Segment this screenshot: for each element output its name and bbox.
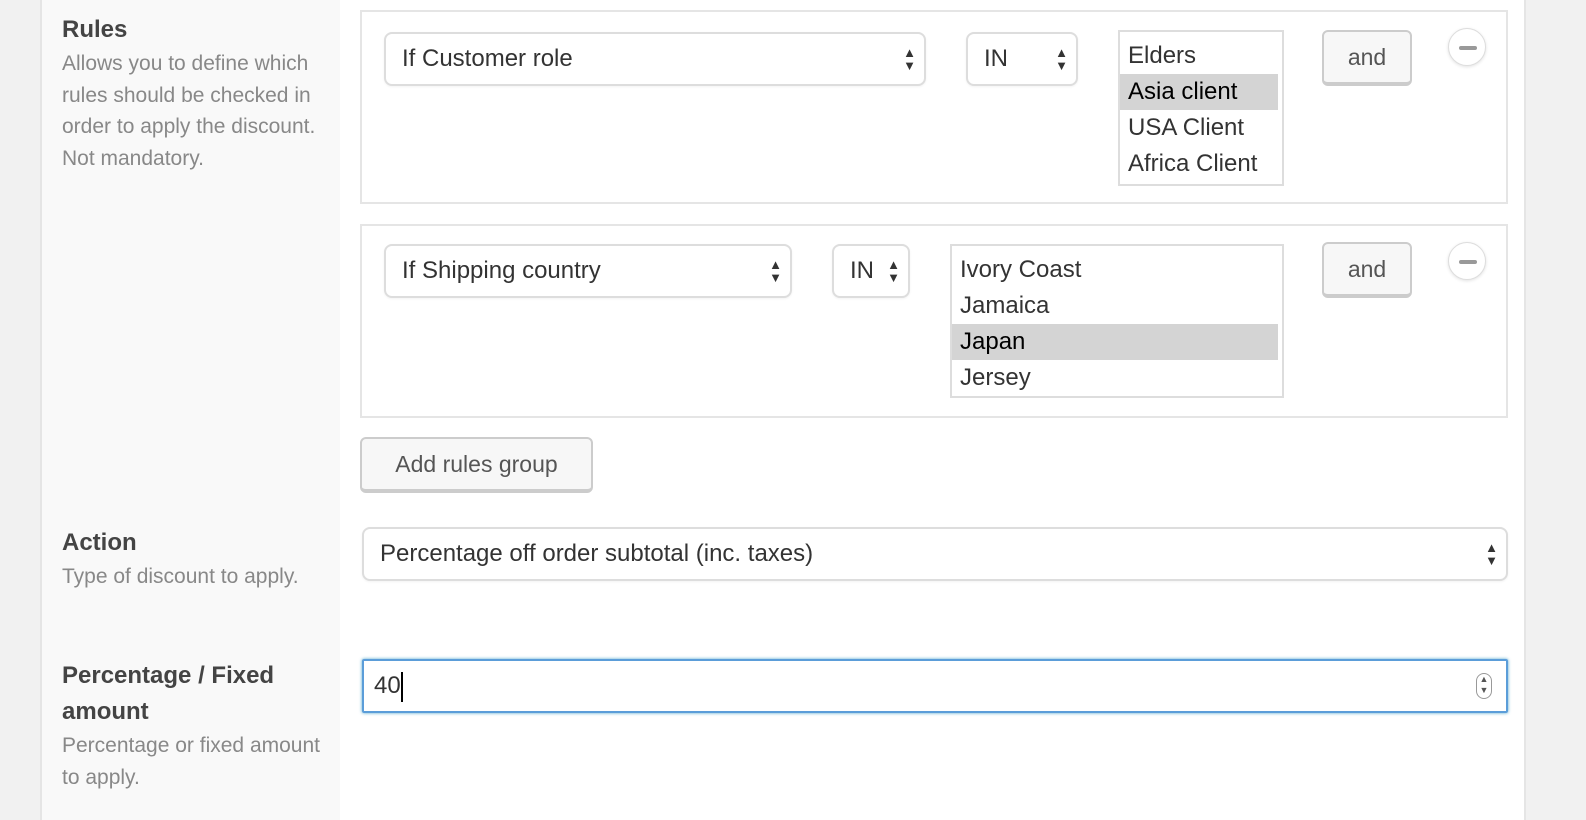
list-option[interactable]: Jamaica	[952, 288, 1278, 324]
select-arrows-icon: ▲ ▼	[769, 257, 782, 285]
action-description: Type of discount to apply.	[62, 565, 299, 588]
list-option[interactable]: Ivory Coast	[952, 252, 1278, 288]
values-listbox[interactable]: Ivory Coast Jamaica Japan Jersey	[950, 244, 1284, 398]
condition-select[interactable]: If Shipping country ▲ ▼	[384, 244, 792, 298]
action-title: Action	[62, 529, 137, 556]
condition-value: If Shipping country	[402, 257, 601, 284]
rules-title: Rules	[62, 16, 128, 43]
label-column: Rules Allows you to define which rules s…	[42, 0, 340, 820]
list-option[interactable]: Jersey	[952, 360, 1278, 396]
add-rules-group-button[interactable]: Add rules group	[360, 437, 593, 493]
list-option[interactable]: Elders	[1120, 38, 1278, 74]
rules-group-2: If Shipping country ▲ ▼ IN ▲ ▼ Ivory Coast J…	[360, 224, 1508, 418]
action-select[interactable]: Percentage off order subtotal (inc. taxe…	[362, 527, 1508, 581]
list-option[interactable]: USA Client	[1120, 110, 1278, 146]
operator-value: IN	[984, 45, 1008, 72]
amount-input[interactable]: 40 ▲ ▼	[362, 659, 1508, 713]
operator-value: IN	[850, 257, 874, 284]
operator-select[interactable]: IN ▲ ▼	[966, 32, 1078, 86]
operator-select[interactable]: IN ▲ ▼	[832, 244, 910, 298]
remove-rule-icon[interactable]	[1448, 242, 1486, 280]
condition-value: If Customer role	[402, 45, 573, 72]
rules-label: Rules Allows you to define which rules s…	[62, 12, 322, 174]
select-arrows-icon: ▲ ▼	[1055, 45, 1068, 73]
settings-panel: Rules Allows you to define which rules s…	[40, 0, 1526, 820]
list-option-selected[interactable]: Asia client	[1120, 74, 1278, 110]
rules-description: Allows you to define which rules should …	[62, 52, 316, 170]
select-arrows-icon: ▲ ▼	[1485, 540, 1498, 568]
list-option[interactable]: Africa Client	[1120, 146, 1278, 182]
list-option-selected[interactable]: Japan	[952, 324, 1278, 360]
and-button[interactable]: and	[1322, 242, 1412, 298]
amount-label: Percentage / Fixed amount Percentage or …	[62, 658, 322, 793]
amount-value: 40	[374, 672, 401, 699]
remove-rule-icon[interactable]	[1448, 28, 1486, 66]
action-value: Percentage off order subtotal (inc. taxe…	[380, 540, 814, 567]
select-arrows-icon: ▲ ▼	[887, 257, 900, 285]
condition-select[interactable]: If Customer role ▲ ▼	[384, 32, 926, 86]
action-label: Action Type of discount to apply.	[62, 525, 322, 593]
values-listbox[interactable]: Elders Asia client USA Client Africa Cli…	[1118, 30, 1284, 186]
text-caret	[400, 671, 403, 702]
number-spinner-icon[interactable]: ▲ ▼	[1476, 673, 1492, 699]
and-button[interactable]: and	[1322, 30, 1412, 86]
amount-title: Percentage / Fixed amount	[62, 662, 275, 725]
select-arrows-icon: ▲ ▼	[903, 45, 916, 73]
amount-description: Percentage or fixed amount to apply.	[62, 734, 320, 789]
rules-group-1: If Customer role ▲ ▼ IN ▲ ▼ Elders Asia clie…	[360, 10, 1508, 204]
